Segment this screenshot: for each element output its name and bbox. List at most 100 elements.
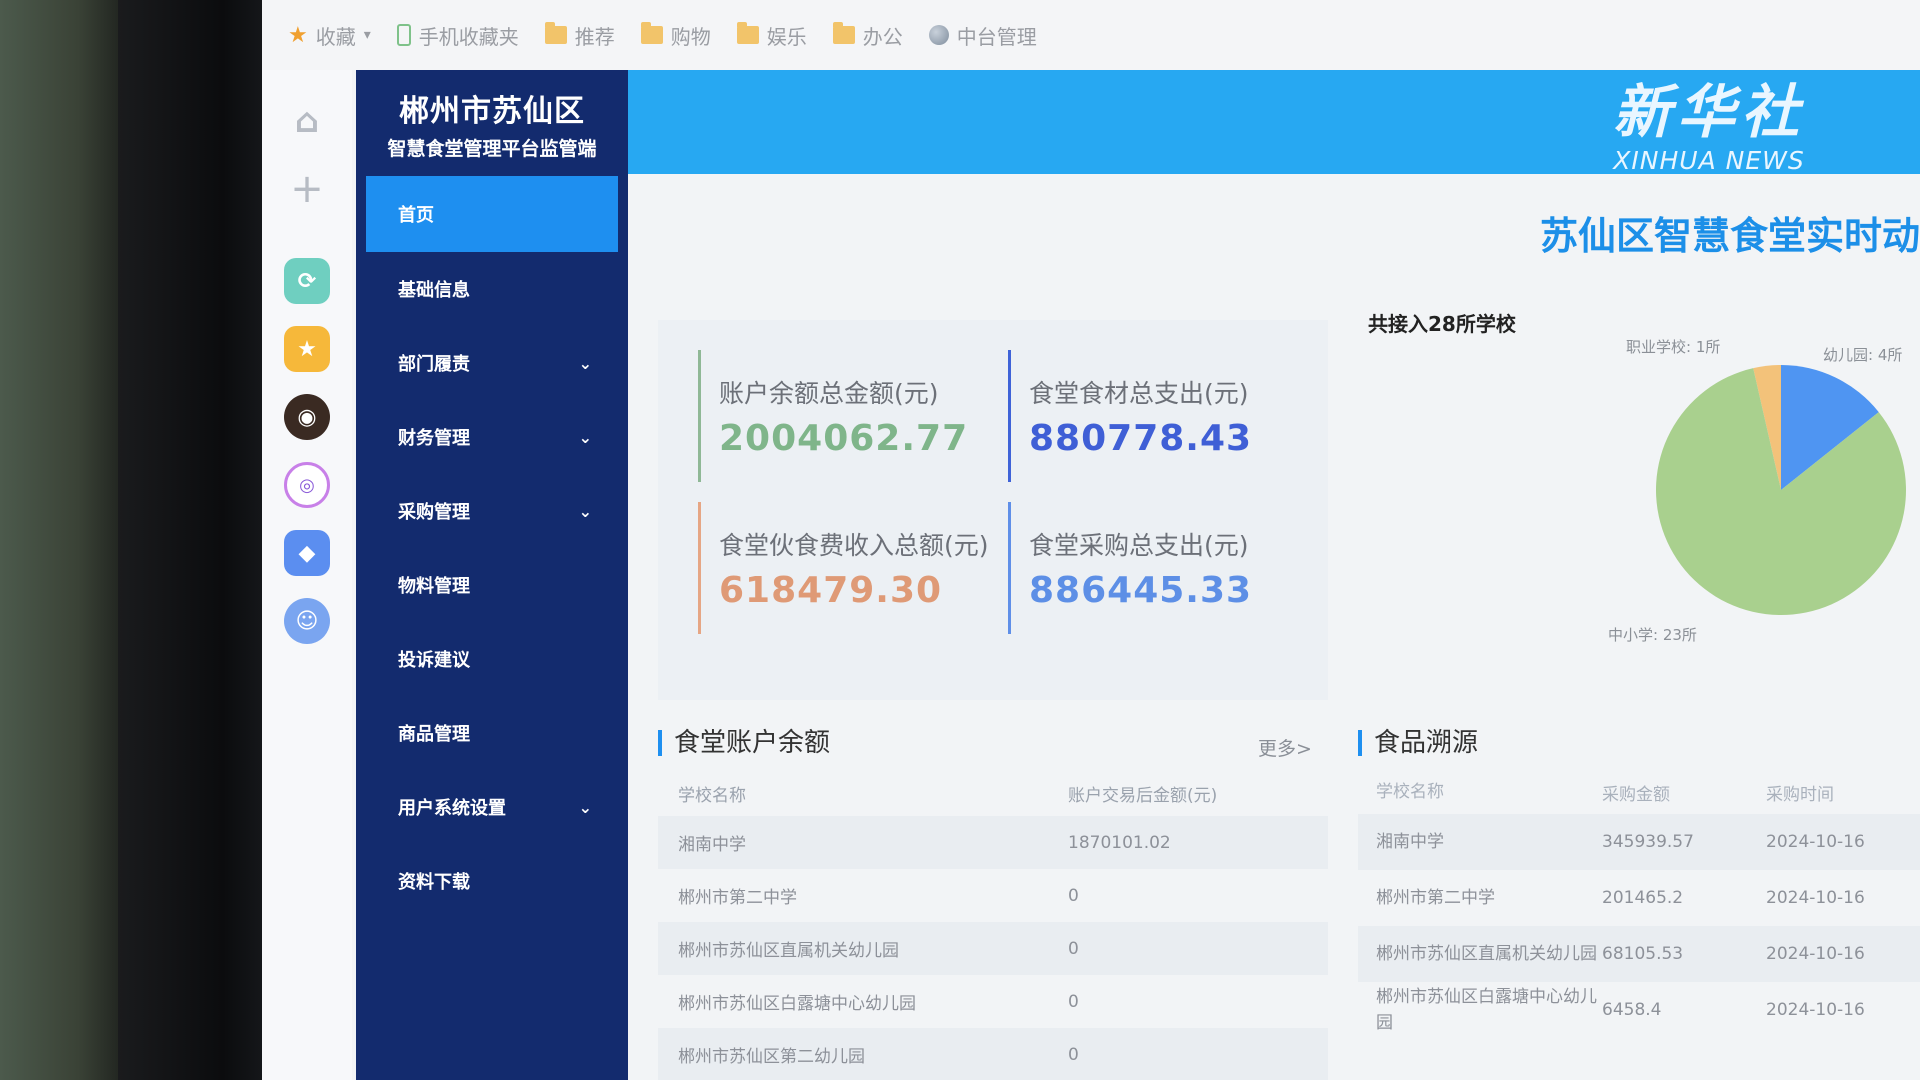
table-cell: 0: [1068, 938, 1079, 959]
table-cell: 201465.2: [1602, 888, 1684, 908]
table-cell: 郴州市苏仙区白露塘中心幼儿园: [1376, 987, 1597, 1033]
stat-label: 食堂采购总支出(元): [1029, 531, 1249, 560]
table-cell: 2024-10-16: [1766, 944, 1865, 964]
bookmark-entertainment[interactable]: 娱乐: [736, 21, 807, 50]
globe-icon: [928, 25, 949, 45]
menu-item-finance[interactable]: 财务管理 ⌄: [356, 400, 628, 474]
chat-app-icon[interactable]: ☺: [284, 598, 330, 644]
pie-slice-label: 幼儿园: 4所: [1823, 346, 1902, 364]
menu-item-materials[interactable]: 物料管理: [356, 548, 628, 622]
stat-value: 880778.43: [1029, 418, 1253, 459]
table-row[interactable]: 郴州市苏仙区直属机关幼儿园 0: [658, 922, 1328, 975]
table-header: 学校名称 账户交易后金额(元): [658, 770, 1328, 816]
table-cell: 郴州市苏仙区白露塘中心幼儿园: [678, 994, 916, 1014]
bookmark-mobile[interactable]: 手机收藏夹: [396, 21, 519, 50]
watermark-en: XINHUA NEWS: [1613, 146, 1805, 175]
column-header: 学校名称: [1376, 782, 1444, 802]
table-row[interactable]: 郴州市苏仙区白露塘中心幼儿园 0: [658, 975, 1328, 1028]
menu-item-procurement[interactable]: 采购管理 ⌄: [356, 474, 628, 548]
translate-app-icon[interactable]: ⟳: [284, 258, 330, 304]
bookmark-label: 中台管理: [956, 24, 1037, 49]
home-icon[interactable]: ⌂: [284, 98, 330, 144]
column-header: 采购金额: [1602, 784, 1670, 805]
stat-meal-income: 食堂伙食费收入总额(元) 618479.30: [698, 502, 990, 634]
table-row[interactable]: 湘南中学 345939.57 2024-10-16: [1358, 814, 1920, 870]
pie-slice-label: 中小学: 23所: [1608, 626, 1697, 644]
bookmark-platform[interactable]: 中台管理: [928, 21, 1037, 50]
menu-item-label: 采购管理: [398, 502, 470, 523]
stats-panel: 账户余额总金额(元) 2004062.77 食堂食材总支出(元) 880778.…: [658, 320, 1328, 700]
chevron-down-icon: ⌄: [578, 501, 592, 521]
menu-item-downloads[interactable]: 资料下载: [356, 844, 628, 918]
game-app-icon[interactable]: ◉: [284, 394, 330, 440]
table-cell: 0: [1068, 991, 1079, 1012]
column-header: 学校名称: [678, 785, 746, 806]
table-row[interactable]: 郴州市第二中学 0: [658, 869, 1328, 922]
school-type-pie-chart: 职业学校: 1所 幼儿园: 4所中小学: 23所: [1608, 338, 1906, 644]
column-header: 采购时间: [1766, 784, 1834, 805]
menu-item-user-settings[interactable]: 用户系统设置 ⌄: [356, 770, 628, 844]
more-link[interactable]: 更多>: [1258, 734, 1312, 761]
table-cell: 郴州市第二中学: [678, 888, 797, 908]
stat-value: 886445.33: [1029, 570, 1253, 611]
balance-table: 学校名称 账户交易后金额(元) 湘南中学 1870101.02 郴州市第二中学 …: [658, 770, 1328, 1080]
photo-background: [0, 0, 130, 1080]
pie-slice-label: 职业学校: 1所: [1626, 338, 1720, 356]
ai-assistant-icon[interactable]: ◎: [284, 462, 330, 508]
table-cell: 郴州市第二中学: [1376, 888, 1495, 908]
stat-label: 食堂伙食费收入总额(元): [719, 531, 989, 560]
menu-item-department-duty[interactable]: 部门履责 ⌄: [356, 326, 628, 400]
folder-icon: [544, 22, 567, 44]
add-icon[interactable]: +: [284, 166, 330, 212]
menu-item-label: 部门履责: [398, 354, 470, 375]
chevron-down-icon: ⌄: [578, 353, 592, 373]
top-banner: 新华社 XINHUA NEWS: [628, 70, 1920, 175]
star-icon: ★: [288, 22, 308, 48]
bookmark-label: 手机收藏夹: [418, 24, 519, 49]
browser-side-dock: ⌂ + ⟳ ★ ◉ ◎ ◆ ☺: [262, 70, 352, 1080]
bookmark-recommend[interactable]: 推荐: [544, 21, 615, 50]
bookmark-label: 办公: [862, 24, 903, 49]
table-row[interactable]: 郴州市苏仙区白露塘中心幼儿园 6458.4 2024-10-16: [1358, 982, 1920, 1038]
table-row[interactable]: 郴州市苏仙区直属机关幼儿园 68105.53 2024-10-16: [1358, 926, 1920, 982]
ai-app-icon[interactable]: ◆: [284, 530, 330, 576]
table-cell: 2024-10-16: [1766, 888, 1865, 908]
table-cell: 湘南中学: [1376, 832, 1444, 852]
menu-item-label: 投诉建议: [398, 650, 470, 671]
bookmark-shopping[interactable]: 购物: [640, 21, 711, 50]
chevron-down-icon: ⌄: [578, 797, 592, 817]
menu-item-products[interactable]: 商品管理: [356, 696, 628, 770]
phone-icon: [396, 24, 411, 46]
chevron-down-icon[interactable]: ▾: [364, 27, 371, 43]
table-row[interactable]: 郴州市苏仙区第二幼儿园 0: [658, 1028, 1328, 1080]
menu-item-label: 用户系统设置: [398, 798, 506, 819]
main-content: 新华社 XINHUA NEWS 苏仙区智慧食堂实时动 账户余额总金额(元) 20…: [628, 70, 1920, 1080]
stat-account-balance: 账户余额总金额(元) 2004062.77: [698, 350, 990, 482]
menu-item-basic-info[interactable]: 基础信息: [356, 252, 628, 326]
folder-icon: [832, 22, 855, 44]
table-cell: 2024-10-16: [1766, 832, 1865, 852]
favorites-app-icon[interactable]: ★: [284, 326, 330, 372]
table-cell: 345939.57: [1602, 832, 1694, 852]
bookmark-favorites[interactable]: ★ 收藏 ▾: [288, 21, 371, 50]
bookmarks-bar: ★ 收藏 ▾ 手机收藏夹 推荐 购物 娱乐 办公 中台管理: [262, 0, 1920, 70]
table-cell: 6458.4: [1602, 1000, 1662, 1020]
table-cell: 0: [1068, 1044, 1079, 1065]
column-header: 账户交易后金额(元): [1068, 785, 1218, 806]
stat-value: 618479.30: [719, 570, 943, 611]
table-row[interactable]: 郴州市第二中学 201465.2 2024-10-16: [1358, 870, 1920, 926]
menu-item-home[interactable]: 首页: [366, 176, 618, 252]
table-row[interactable]: 湘南中学 1870101.02: [658, 816, 1328, 869]
table-cell: 郴州市苏仙区直属机关幼儿园: [678, 941, 899, 961]
bookmark-office[interactable]: 办公: [832, 21, 903, 50]
table-cell: 68105.53: [1602, 944, 1684, 964]
app-logo: 郴州市苏仙区 智慧食堂管理平台监管端: [356, 70, 628, 176]
bookmark-label: 购物: [670, 24, 711, 49]
monitor-bezel: [118, 0, 268, 1080]
stat-label: 账户余额总金额(元): [719, 379, 939, 408]
menu-item-complaints[interactable]: 投诉建议: [356, 622, 628, 696]
stat-label: 食堂食材总支出(元): [1029, 379, 1249, 408]
table-cell: 0: [1068, 885, 1079, 906]
table-header: 学校名称 采购金额 采购时间: [1358, 770, 1920, 814]
bookmark-label: 推荐: [574, 24, 615, 49]
